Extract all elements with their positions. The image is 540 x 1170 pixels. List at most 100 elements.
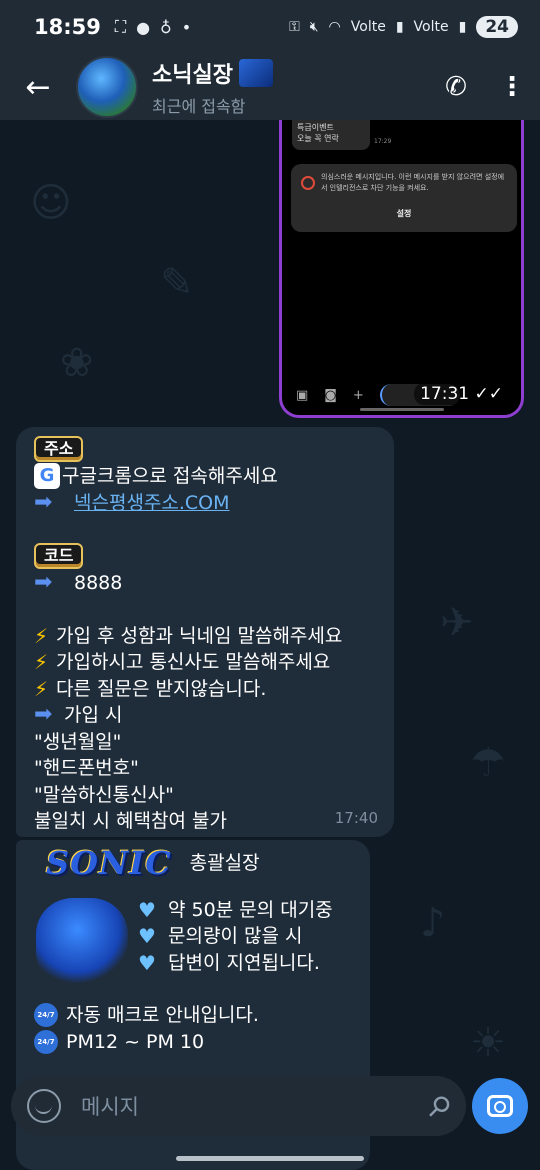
status-bar: 18:59 ⛶ ● ♁ • ⚿ 🔇︎ ◠ Volte ▮ Volte ▮ 24 xyxy=(0,0,540,54)
home-indicator[interactable] xyxy=(176,1156,364,1161)
doodle-icon: ❀ xyxy=(60,340,94,386)
message-line: ♥ 문의량이 많을 시 xyxy=(138,923,352,950)
battery-indicator: 24 xyxy=(476,16,518,38)
address-badge: 주소 xyxy=(34,436,84,462)
incoming-message[interactable]: 주소 G 구글크롬으로 접속해주세요 ➡ 넥슨평생주소.COM 코드 ➡ 888… xyxy=(16,427,394,837)
wait-2: 문의량이 많을 시 xyxy=(168,925,303,947)
emoji-icon[interactable] xyxy=(27,1089,61,1123)
wifi-icon: ◠ xyxy=(328,19,341,35)
message-line: ⚡ 다른 질문은 받지않습니다. xyxy=(34,676,376,703)
signal-icon: ▮ xyxy=(458,19,467,35)
dot-icon: • xyxy=(181,17,192,37)
doodle-icon: ☀ xyxy=(470,1020,506,1066)
chat-area[interactable]: ☺ ✎ ❀ ✈ ☂ ♪ ☀ 특급이벤트 오늘 꼭 연락 17:29 의심스러운 … xyxy=(0,120,540,1170)
photo-sms-bubble: 특급이벤트 오늘 꼭 연락 xyxy=(292,120,370,150)
chrome-instruction: 구글크롬으로 접속해주세요 xyxy=(62,465,278,487)
lightning-icon: ⚡ xyxy=(34,623,49,648)
signup-label: 가입 시 xyxy=(64,704,123,726)
clock-24-7-icon: 24/7 xyxy=(34,1029,58,1054)
status-icons-right: ⚿ 🔇︎ ◠ Volte ▮ Volte ▮ 24 xyxy=(289,16,518,38)
message-line: ➡ 8888 xyxy=(34,570,376,597)
gallery-icon: ▣ xyxy=(296,387,309,403)
message-line: ➡ 넥슨평생주소.COM xyxy=(34,490,376,517)
message-time: 17:31 ✓✓ xyxy=(414,383,509,405)
doodle-icon: ♪ xyxy=(420,900,446,946)
mismatch-note: 불일치 시 혜택참여 불가 xyxy=(34,810,227,832)
key-icon: ⚿ xyxy=(289,19,300,35)
mute-icon: 🔇︎ xyxy=(309,19,319,35)
message-line: 코드 xyxy=(34,542,376,570)
wait-1: 약 50분 문의 대기중 xyxy=(168,898,333,921)
sonic-emoji-icon xyxy=(238,59,273,87)
message-line: ⚡ 가입 후 성함과 닉네임 말씀해주세요 xyxy=(34,623,376,650)
back-button[interactable]: ← xyxy=(0,54,76,120)
chat-status: 최근에 접속함 xyxy=(152,97,246,116)
message-line: 주소 xyxy=(34,435,376,463)
plus-icon: + xyxy=(352,387,364,403)
lte-label: Volte xyxy=(413,19,449,35)
photo-sms-time: 17:29 xyxy=(374,138,392,145)
wait-3: 답변이 지연됩니다. xyxy=(168,951,320,974)
photo-home-indicator xyxy=(360,408,444,411)
req-3: "말씀하신통신사" xyxy=(34,783,174,806)
doodle-icon: ☺ xyxy=(30,180,72,226)
more-options-button[interactable]: ⋮ xyxy=(484,72,540,102)
photo-sms-line2: 오늘 꼭 연락 xyxy=(297,134,339,143)
phone-icon: ✆ xyxy=(445,72,467,102)
camera-button[interactable] xyxy=(472,1078,528,1134)
req-2: "핸드폰번호" xyxy=(34,757,139,779)
call-button[interactable]: ✆ xyxy=(428,72,484,102)
photo-warning-text: 의심스러운 메시지입니다. 이런 메시지를 받지 않으려면 설정에서 인텔리전스… xyxy=(321,173,505,192)
code-value: 8888 xyxy=(74,572,123,594)
paperclip-icon[interactable]: ⚲ xyxy=(421,1087,459,1125)
chat-title: 소닉실장 xyxy=(152,63,233,88)
photo-warning-card: 의심스러운 메시지입니다. 이런 메시지를 받지 않으려면 설정에서 인텔리전스… xyxy=(291,164,517,232)
message-time-text: 17:31 xyxy=(420,384,470,404)
rule-1: 가입 후 성함과 닉네임 말씀해주세요 xyxy=(56,624,343,647)
message-line: ➡ 가입 시 xyxy=(34,702,376,729)
macro-notice: 자동 매크로 안내입니다. xyxy=(66,1004,259,1026)
status-icons-left: ⛶ ● ♁ • xyxy=(115,17,191,37)
chat-info[interactable]: 소닉실장 최근에 접속함 xyxy=(152,57,273,117)
rule-2: 가입하시고 통신사도 말씀해주세요 xyxy=(56,651,331,673)
message-time: 17:40 xyxy=(334,808,378,827)
message-input[interactable]: 메시지 xyxy=(81,1091,139,1121)
code-badge: 코드 xyxy=(34,543,84,569)
doodle-icon: ☂ xyxy=(470,740,506,786)
blue-heart-icon: ♥ xyxy=(138,924,156,948)
chat-header: ← 소닉실장 최근에 접속함 ✆ ⋮ xyxy=(0,54,540,120)
sonic-logo: SONIC xyxy=(46,844,172,882)
message-line: ♥ 답변이 지연됩니다. xyxy=(138,950,352,977)
message-line: ♥ 약 50분 문의 대기중 xyxy=(138,897,352,924)
photo-message[interactable]: 특급이벤트 오늘 꼭 연락 17:29 의심스러운 메시지입니다. 이런 메시지… xyxy=(279,120,524,418)
warning-icon xyxy=(301,176,315,190)
camera-icon xyxy=(487,1095,513,1117)
right-arrow-icon: ➡ xyxy=(34,489,53,515)
message-line: G 구글크롬으로 접속해주세요 xyxy=(34,463,376,490)
talk-icon: ● xyxy=(136,17,151,37)
wait-block: ♥ 약 50분 문의 대기중 ♥ 문의량이 많을 시 ♥ 답변이 지연됩니다. xyxy=(138,897,352,977)
sonic-character-image xyxy=(36,898,128,988)
clock-24-7-icon: 24/7 xyxy=(34,1003,58,1028)
kebab-menu-icon: ⋮ xyxy=(499,72,525,102)
right-arrow-icon: ➡ xyxy=(34,702,53,727)
status-time: 18:59 xyxy=(34,15,101,39)
message-line: 24/7 PM12 ~ PM 10 xyxy=(34,1029,352,1056)
photo-warning-button: 설정 xyxy=(396,209,412,218)
message-line: ⚡ 가입하시고 통신사도 말씀해주세요 xyxy=(34,649,376,676)
avatar[interactable] xyxy=(76,56,138,118)
signal-icon: ▮ xyxy=(395,19,404,35)
right-arrow-icon: ➡ xyxy=(34,570,53,595)
photo-sms-line1: 특급이벤트 xyxy=(297,123,334,132)
lte-label: Volte xyxy=(350,19,386,35)
blue-heart-icon: ♥ xyxy=(138,897,156,922)
message-input-bar[interactable]: 메시지 ⚲ xyxy=(11,1076,466,1136)
google-icon: G xyxy=(34,463,60,490)
req-1: "생년월일" xyxy=(34,730,122,753)
doodle-icon: ✈ xyxy=(440,600,474,646)
screenshot-icon: ⛶ xyxy=(114,17,127,36)
rule-3: 다른 질문은 받지않습니다. xyxy=(56,677,267,700)
address-link[interactable]: 넥슨평생주소.COM xyxy=(74,490,230,517)
